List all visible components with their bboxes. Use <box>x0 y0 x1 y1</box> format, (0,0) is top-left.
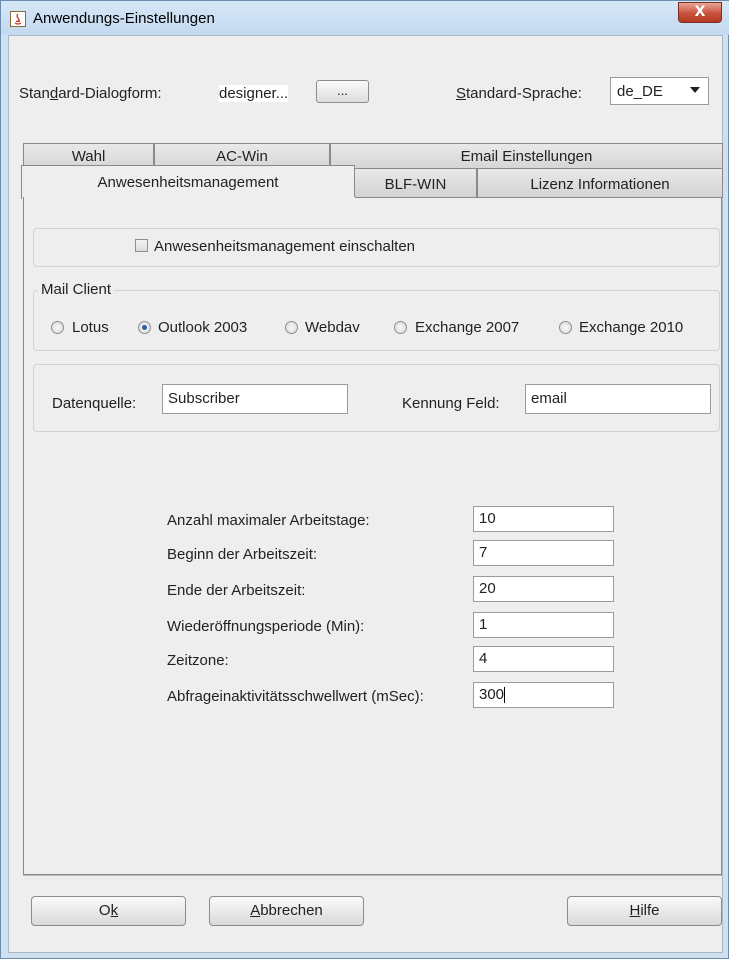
cancel-button[interactable]: Abbrechen <box>209 896 364 926</box>
dialog-form-label: Standard-Dialogform: <box>19 85 162 102</box>
mail-client-legend: Mail Client <box>38 281 115 298</box>
radio-webdav-label: Webdav <box>305 319 360 336</box>
key-field-input[interactable]: email <box>525 384 711 414</box>
radio-outlook-2003[interactable] <box>138 321 151 334</box>
radio-exchange-2007[interactable] <box>394 321 407 334</box>
radio-outlook-2003-label: Outlook 2003 <box>158 319 248 336</box>
radio-exchange-2010[interactable] <box>559 321 572 334</box>
tab-anwesenheitsmanagement[interactable]: Anwesenheitsmanagement <box>21 165 355 199</box>
enable-presence-label: Anwesenheitsmanagement einschalten <box>154 238 415 255</box>
ok-button[interactable]: Ok <box>31 896 186 926</box>
max-workdays-label: Anzahl maximaler Arbeitstage: <box>167 512 370 529</box>
key-field-label: Kennung Feld: <box>402 395 500 412</box>
radio-lotus[interactable] <box>51 321 64 334</box>
tab-panel-border <box>355 197 723 198</box>
reopen-period-label: Wiederöffnungsperiode (Min): <box>167 618 365 635</box>
window-title: Anwendungs-Einstellungen <box>33 10 215 27</box>
radio-webdav[interactable] <box>285 321 298 334</box>
dialog-form-value: designer... <box>219 85 289 102</box>
language-label: Standard-Sprache: <box>456 85 582 102</box>
title-bar[interactable]: Anwendungs-Einstellungen X <box>1 1 729 35</box>
reopen-period-input[interactable]: 1 <box>473 612 614 638</box>
inactivity-threshold-label: Abfrageinaktivitätsschwellwert (mSec): <box>167 688 424 705</box>
close-button[interactable]: X <box>678 2 722 23</box>
close-icon: X <box>694 4 706 20</box>
timezone-label: Zeitzone: <box>167 652 229 669</box>
datasource-input[interactable]: Subscriber <box>162 384 348 414</box>
text-cursor <box>504 687 506 704</box>
inactivity-threshold-input[interactable]: 300 <box>473 682 614 708</box>
work-end-input[interactable]: 20 <box>473 576 614 602</box>
chevron-down-icon <box>690 87 700 93</box>
tab-blf-win[interactable]: BLF-WIN <box>354 168 477 198</box>
language-select[interactable]: de_DE <box>610 77 709 105</box>
footer-separator <box>23 875 722 876</box>
settings-window: Anwendungs-Einstellungen X Standard-Dial… <box>0 0 729 959</box>
language-select-value: de_DE <box>617 83 663 100</box>
max-workdays-input[interactable]: 10 <box>473 506 614 532</box>
radio-lotus-label: Lotus <box>72 319 109 336</box>
datasource-label: Datenquelle: <box>52 395 137 412</box>
help-button[interactable]: Hilfe <box>567 896 722 926</box>
work-start-input[interactable]: 7 <box>473 540 614 566</box>
radio-exchange-2010-label: Exchange 2010 <box>579 319 684 336</box>
work-start-label: Beginn der Arbeitszeit: <box>167 546 318 563</box>
inactivity-threshold-value: 300 <box>479 686 505 703</box>
radio-exchange-2007-label: Exchange 2007 <box>415 319 520 336</box>
java-app-icon <box>10 11 26 27</box>
tab-lizenz-informationen[interactable]: Lizenz Informationen <box>477 168 723 198</box>
enable-presence-checkbox[interactable] <box>135 239 148 252</box>
timezone-input[interactable]: 4 <box>473 646 614 672</box>
work-end-label: Ende der Arbeitszeit: <box>167 582 306 599</box>
browse-button[interactable]: ... <box>316 80 369 103</box>
